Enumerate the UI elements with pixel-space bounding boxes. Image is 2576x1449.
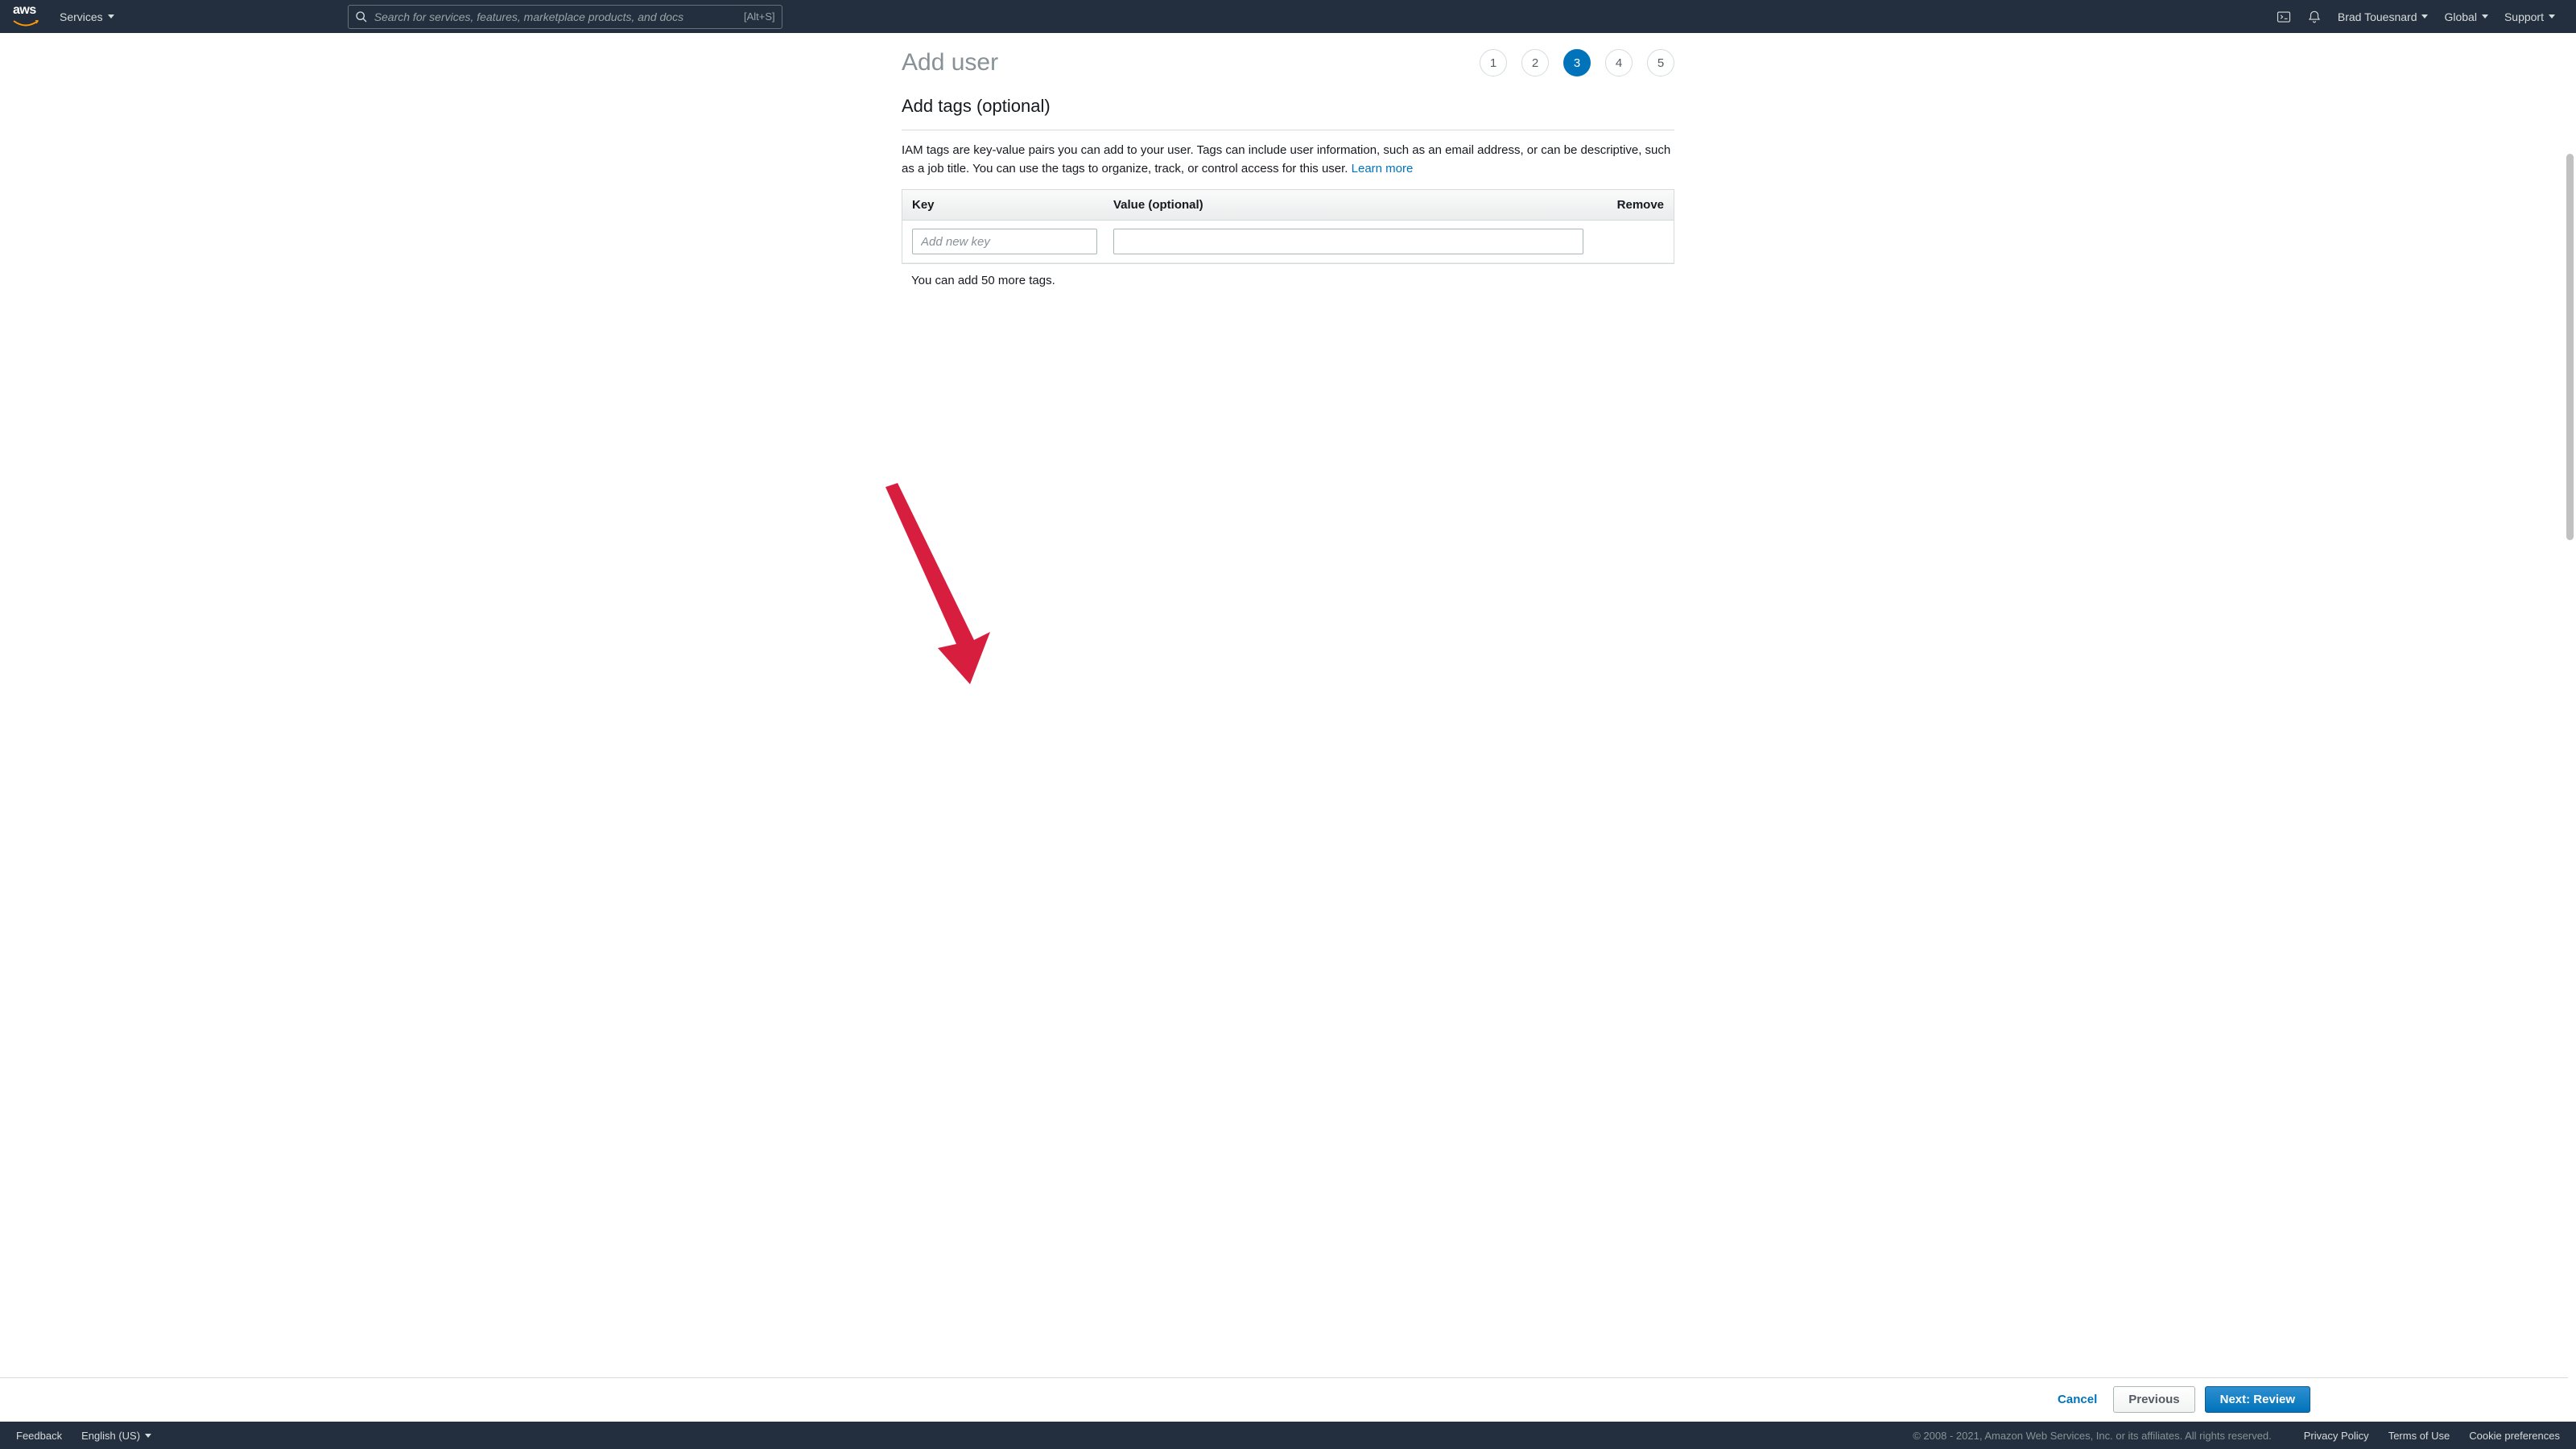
- step-4[interactable]: 4: [1605, 49, 1633, 76]
- cloudshell-icon[interactable]: [2268, 10, 2299, 24]
- terms-link[interactable]: Terms of Use: [2388, 1430, 2450, 1442]
- footer-left: Feedback English (US): [16, 1430, 151, 1442]
- step-3[interactable]: 3: [1563, 49, 1591, 76]
- annotation-arrow: [869, 479, 998, 688]
- step-2[interactable]: 2: [1521, 49, 1549, 76]
- tags-table: Key Value (optional) Remove: [902, 189, 1674, 264]
- aws-logo-text: aws: [13, 3, 39, 18]
- step-5[interactable]: 5: [1647, 49, 1674, 76]
- notifications-icon[interactable]: [2299, 10, 2330, 24]
- key-cell: [912, 229, 1097, 254]
- tags-row: [902, 221, 1674, 263]
- caret-down-icon: [145, 1434, 151, 1438]
- scrollbar[interactable]: [2563, 33, 2576, 1421]
- tag-key-input[interactable]: [912, 229, 1097, 254]
- tag-value-input[interactable]: [1113, 229, 1583, 254]
- language-label: English (US): [81, 1430, 140, 1442]
- aws-smile-icon: [13, 20, 39, 28]
- step-1[interactable]: 1: [1480, 49, 1507, 76]
- tags-header: Key Value (optional) Remove: [902, 190, 1674, 221]
- user-menu[interactable]: Brad Touesnard: [2330, 10, 2437, 23]
- region-label: Global: [2444, 10, 2476, 23]
- stepper: 1 2 3 4 5: [1480, 49, 1674, 76]
- support-label: Support: [2504, 10, 2544, 23]
- copyright: © 2008 - 2021, Amazon Web Services, Inc.…: [1913, 1430, 2272, 1442]
- caret-down-icon: [2421, 14, 2428, 19]
- services-menu[interactable]: Services: [52, 10, 122, 23]
- page-title: Add user: [902, 49, 998, 76]
- description-text: IAM tags are key-value pairs you can add…: [902, 143, 1670, 175]
- privacy-link[interactable]: Privacy Policy: [2304, 1430, 2369, 1442]
- caret-down-icon: [108, 14, 114, 19]
- tags-remaining: You can add 50 more tags.: [902, 264, 1674, 297]
- main-content: Add user 1 2 3 4 5 Add tags (optional) I…: [902, 33, 1674, 378]
- section-title: Add tags (optional): [902, 96, 1674, 117]
- support-menu[interactable]: Support: [2496, 10, 2563, 23]
- value-cell: [1113, 229, 1583, 254]
- language-menu[interactable]: English (US): [81, 1430, 151, 1442]
- nav-right: Brad Touesnard Global Support: [2268, 10, 2563, 24]
- region-menu[interactable]: Global: [2436, 10, 2496, 23]
- learn-more-link[interactable]: Learn more: [1352, 162, 1414, 175]
- search-icon: [355, 10, 368, 23]
- col-value-header: Value (optional): [1113, 198, 1600, 212]
- search-wrap: [Alt+S]: [348, 5, 782, 29]
- col-key-header: Key: [912, 198, 1113, 212]
- aws-logo[interactable]: aws: [13, 3, 39, 31]
- previous-button[interactable]: Previous: [2113, 1386, 2194, 1413]
- search-box[interactable]: [Alt+S]: [348, 5, 782, 29]
- footer-right: © 2008 - 2021, Amazon Web Services, Inc.…: [1913, 1430, 2560, 1442]
- feedback-link[interactable]: Feedback: [16, 1430, 62, 1442]
- next-review-button[interactable]: Next: Review: [2205, 1386, 2310, 1413]
- description: IAM tags are key-value pairs you can add…: [902, 142, 1674, 178]
- search-input[interactable]: [374, 10, 744, 23]
- scrollbar-thumb[interactable]: [2566, 154, 2574, 540]
- page-header: Add user 1 2 3 4 5: [902, 49, 1674, 76]
- footer: Feedback English (US) © 2008 - 2021, Ama…: [0, 1422, 2576, 1449]
- cookies-link[interactable]: Cookie preferences: [2469, 1430, 2560, 1442]
- top-nav: aws Services [Alt+S] Brad Touesnard Glob…: [0, 0, 2576, 33]
- col-remove-header: Remove: [1600, 198, 1664, 212]
- user-label: Brad Touesnard: [2338, 10, 2417, 23]
- search-shortcut: [Alt+S]: [744, 10, 775, 23]
- cancel-button[interactable]: Cancel: [2051, 1393, 2103, 1406]
- caret-down-icon: [2482, 14, 2488, 19]
- action-bar: Cancel Previous Next: Review: [0, 1377, 2568, 1421]
- services-label: Services: [60, 10, 103, 23]
- caret-down-icon: [2549, 14, 2555, 19]
